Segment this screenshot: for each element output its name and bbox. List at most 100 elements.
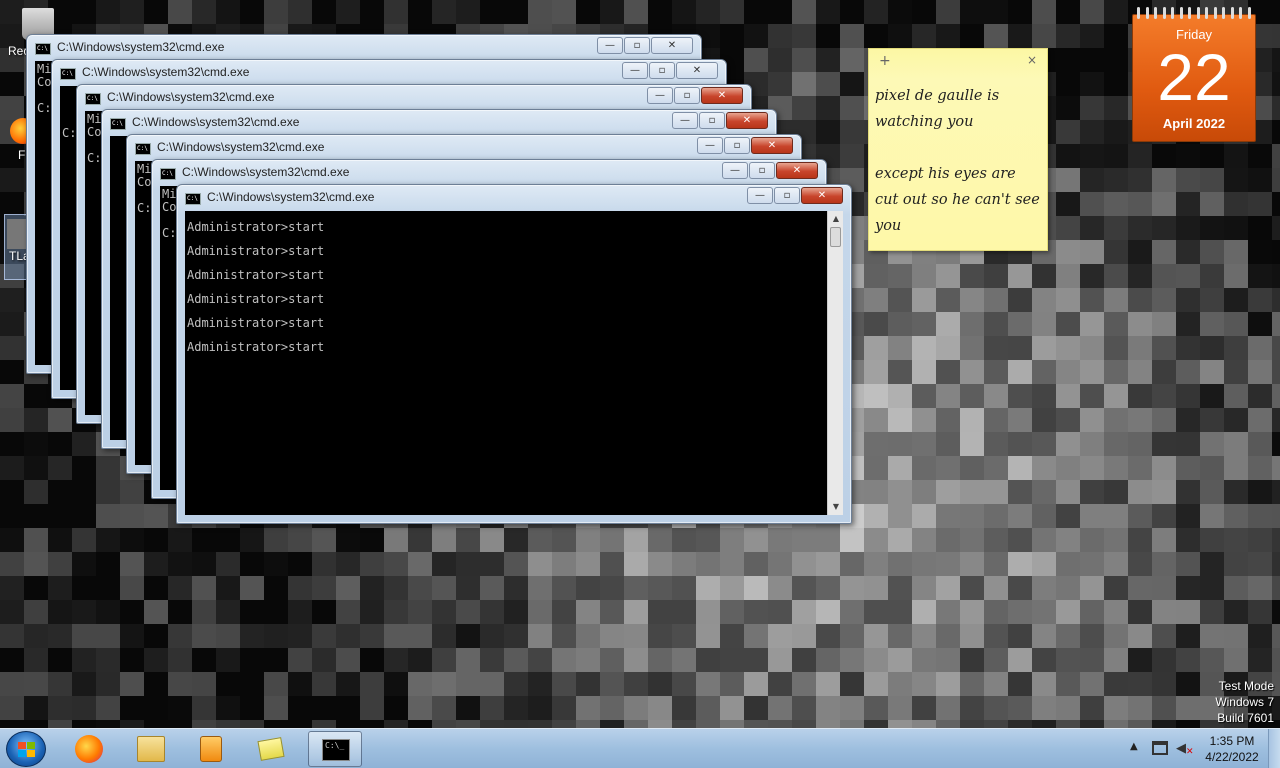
close-button[interactable]: ✕ — [776, 162, 818, 179]
start-button[interactable] — [6, 731, 46, 767]
wallpaper-pixel — [600, 576, 624, 600]
console-output[interactable]: Administrator>start Administrator>start Ad… — [185, 211, 827, 515]
shortcut-icon — [7, 219, 27, 249]
add-note-icon[interactable]: + — [879, 53, 891, 69]
wallpaper-pixel — [1272, 192, 1280, 216]
show-desktop-button[interactable] — [1268, 729, 1280, 768]
taskbar-cmd-button[interactable]: C:\_ — [308, 731, 362, 767]
sticky-note-text[interactable]: pixel de gaulle is watching you except h… — [875, 83, 1043, 239]
calendar-gadget[interactable]: Friday 22 April 2022 — [1132, 7, 1256, 142]
close-button[interactable]: ✕ — [751, 137, 793, 154]
taskbar-explorer-button[interactable] — [124, 731, 178, 767]
network-icon[interactable] — [1152, 741, 1168, 755]
wallpaper-pixel — [1128, 600, 1152, 624]
maximize-button[interactable]: ▫ — [724, 137, 750, 154]
cmd-icon[interactable]: C:\ — [35, 43, 51, 55]
wallpaper-pixel — [96, 0, 120, 24]
wallpaper-pixel — [768, 48, 792, 72]
wallpaper-pixel — [1080, 600, 1104, 624]
wallpaper-pixel — [1056, 240, 1080, 264]
wallpaper-pixel — [984, 576, 1008, 600]
wallpaper-pixel — [144, 600, 168, 624]
wallpaper-pixel — [1104, 384, 1128, 408]
maximize-button[interactable]: ▫ — [749, 162, 775, 179]
window-controls: — ▫ ✕ — [746, 187, 843, 204]
calendar-ring — [1230, 7, 1234, 19]
cmd-icon[interactable]: C:\ — [160, 168, 176, 180]
maximize-button[interactable]: ▫ — [674, 87, 700, 104]
wallpaper-pixel — [624, 552, 648, 576]
minimize-button[interactable]: — — [722, 162, 748, 179]
wallpaper-pixel — [1272, 408, 1280, 432]
volume-icon[interactable]: ◀ — [1176, 741, 1186, 756]
wallpaper-pixel — [216, 552, 240, 576]
minimize-button[interactable]: — — [697, 137, 723, 154]
wallpaper-pixel — [768, 552, 792, 576]
wallpaper-pixel — [984, 624, 1008, 648]
wallpaper-pixel — [1176, 600, 1200, 624]
maximize-button[interactable]: ▫ — [624, 37, 650, 54]
wallpaper-pixel — [504, 552, 528, 576]
cmd-window-titlebar[interactable]: C:\ C:\Windows\system32\cmd.exe — ▫ ✕ — [102, 110, 776, 136]
close-icon[interactable]: × — [1027, 53, 1037, 67]
firefox-icon — [75, 735, 103, 763]
wallpaper-pixel — [480, 552, 504, 576]
wallpaper-pixel — [1080, 528, 1104, 552]
maximize-button[interactable]: ▫ — [774, 187, 800, 204]
wallpaper-pixel — [552, 648, 576, 672]
wallpaper-pixel — [408, 696, 432, 720]
taskbar-media-player-button[interactable] — [184, 731, 238, 767]
cmd-icon[interactable]: C:\ — [135, 143, 151, 155]
taskbar-firefox-button[interactable] — [62, 731, 116, 767]
wallpaper-pixel — [24, 672, 48, 696]
close-button[interactable]: ✕ — [701, 87, 743, 104]
maximize-button[interactable]: ▫ — [649, 62, 675, 79]
cmd-icon[interactable]: C:\ — [85, 93, 101, 105]
close-button[interactable]: ✕ — [801, 187, 843, 204]
cmd-icon[interactable]: C:\ — [60, 68, 76, 80]
cmd-window-titlebar[interactable]: C:\ C:\Windows\system32\cmd.exe — ▫ ✕ — [127, 135, 801, 161]
wallpaper-pixel — [1056, 336, 1080, 360]
wallpaper-pixel — [0, 648, 24, 672]
close-button[interactable]: ✕ — [726, 112, 768, 129]
taskbar-sticky-notes-button[interactable] — [246, 731, 300, 767]
close-button[interactable]: ✕ — [651, 37, 693, 54]
sticky-note[interactable]: + × pixel de gaulle is watching you exce… — [868, 48, 1048, 251]
scroll-thumb[interactable] — [830, 227, 841, 247]
cmd-window-titlebar[interactable]: C:\ C:\Windows\system32\cmd.exe — ▫ ✕ — [152, 160, 826, 186]
cmd-icon[interactable]: C:\ — [110, 118, 126, 130]
minimize-button[interactable]: — — [647, 87, 673, 104]
wallpaper-pixel — [624, 600, 648, 624]
wallpaper-pixel — [0, 168, 24, 192]
minimize-button[interactable]: — — [747, 187, 773, 204]
wallpaper-pixel — [0, 672, 24, 696]
minimize-button[interactable]: — — [672, 112, 698, 129]
wallpaper-pixel — [1056, 432, 1080, 456]
wallpaper-pixel — [216, 576, 240, 600]
wallpaper-pixel — [264, 528, 288, 552]
cmd-window-titlebar[interactable]: C:\ C:\Windows\system32\cmd.exe — ▫ ✕ — [27, 35, 701, 61]
vertical-scrollbar[interactable]: ▲▼ — [827, 211, 843, 515]
cmd-icon[interactable]: C:\ — [185, 193, 201, 205]
wallpaper-pixel — [816, 528, 840, 552]
scroll-up-arrow-icon[interactable]: ▲ — [828, 211, 844, 227]
wallpaper-pixel — [1104, 432, 1128, 456]
wallpaper-pixel — [1056, 384, 1080, 408]
wallpaper-pixel — [912, 576, 936, 600]
cmd-window[interactable]: C:\ C:\Windows\system32\cmd.exe — ▫ ✕ Adminis… — [176, 184, 852, 524]
cmd-window-titlebar[interactable]: C:\ C:\Windows\system32\cmd.exe — ▫ ✕ — [77, 85, 751, 111]
show-hidden-icons-button[interactable]: ▲ — [1130, 741, 1138, 752]
wallpaper-pixel — [984, 600, 1008, 624]
cmd-window-titlebar[interactable]: C:\ C:\Windows\system32\cmd.exe — ▫ ✕ — [177, 185, 851, 211]
cmd-window-titlebar[interactable]: C:\ C:\Windows\system32\cmd.exe — ▫ ✕ — [52, 60, 726, 86]
wallpaper-pixel — [1032, 336, 1056, 360]
window-controls: — ▫ ✕ — [721, 162, 818, 179]
minimize-button[interactable]: — — [597, 37, 623, 54]
wallpaper-pixel — [696, 576, 720, 600]
minimize-button[interactable]: — — [622, 62, 648, 79]
scroll-down-arrow-icon[interactable]: ▼ — [828, 499, 844, 515]
close-button[interactable]: ✕ — [676, 62, 718, 79]
taskbar-clock[interactable]: 1:35 PM 4/22/2022 — [1198, 733, 1266, 765]
maximize-button[interactable]: ▫ — [699, 112, 725, 129]
wallpaper-pixel — [1200, 336, 1224, 360]
